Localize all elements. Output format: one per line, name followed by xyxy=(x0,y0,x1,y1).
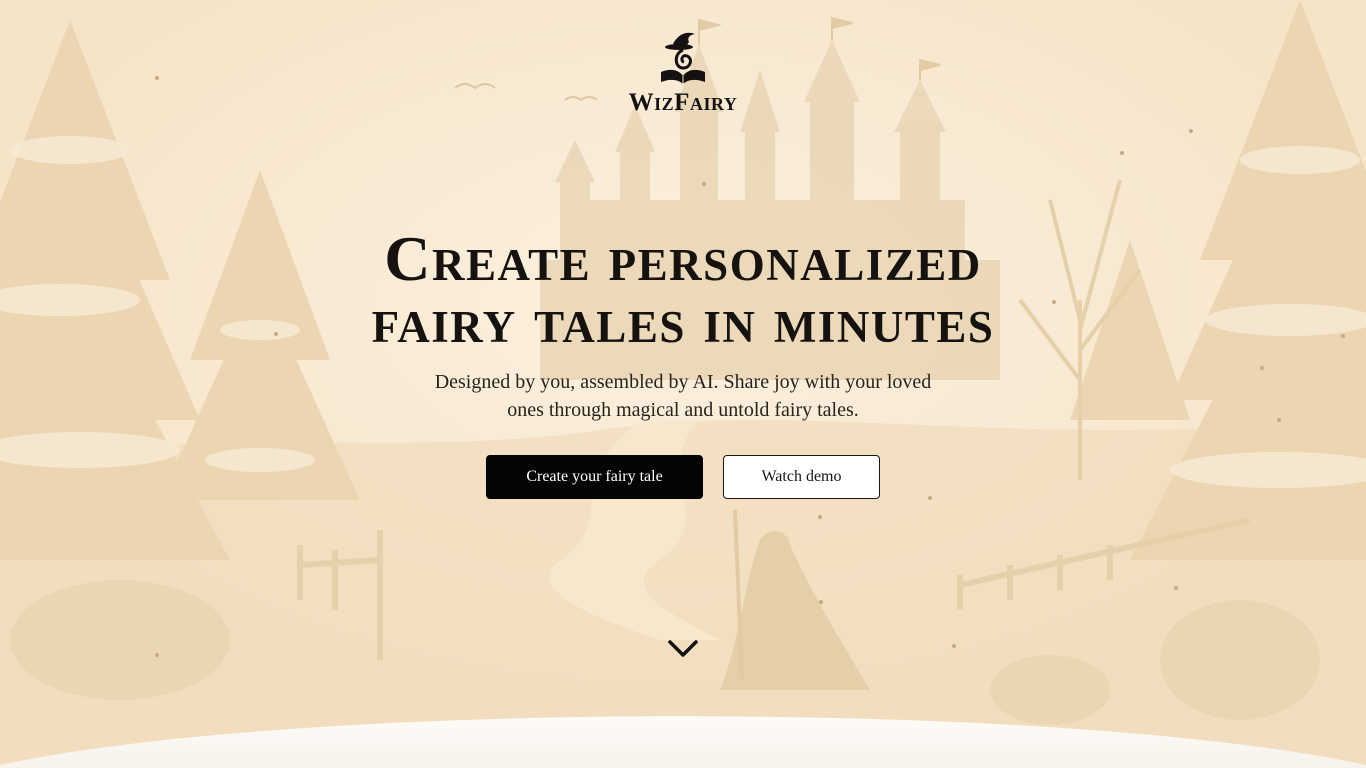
hero-section: Create personalized fairy tales in minut… xyxy=(0,223,1366,424)
headline-line-2: fairy tales in minutes xyxy=(371,285,995,356)
scroll-down-button[interactable] xyxy=(666,636,700,662)
subtitle-line-2: ones through magical and untold fairy ta… xyxy=(507,399,859,421)
brand-logo[interactable]: WizFairy xyxy=(583,28,783,115)
hero-subtitle: Designed by you, assembled by AI. Share … xyxy=(383,368,983,424)
chevron-down-icon xyxy=(668,640,698,657)
hero-actions: Create your fairy tale Watch demo xyxy=(486,455,880,499)
wizard-hat-book-icon xyxy=(661,32,705,84)
brand-name: WizFairy xyxy=(628,89,738,116)
hero-headline: Create personalized fairy tales in minut… xyxy=(0,223,1366,356)
create-fairy-tale-button[interactable]: Create your fairy tale xyxy=(486,455,703,499)
subtitle-line-1: Designed by you, assembled by AI. Share … xyxy=(434,371,932,393)
headline-line-1: Create personalized xyxy=(384,223,982,294)
watch-demo-button[interactable]: Watch demo xyxy=(723,455,880,499)
